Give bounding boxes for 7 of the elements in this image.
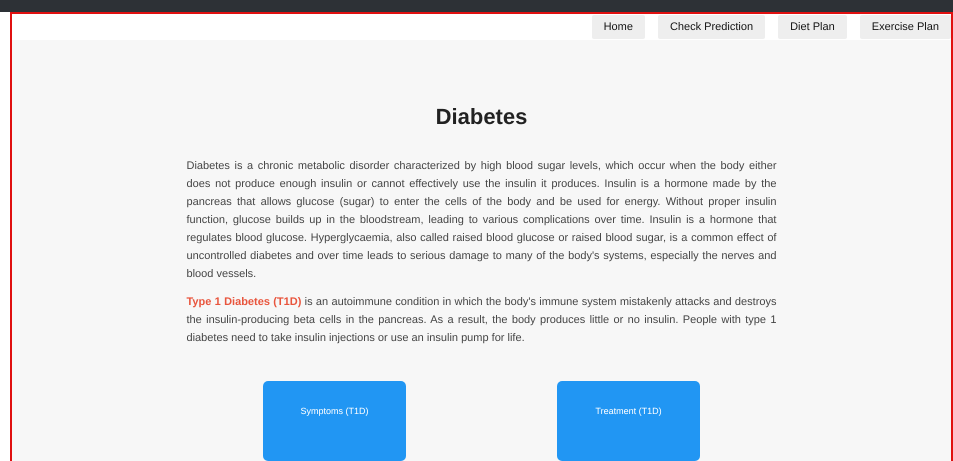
nav-button[interactable]: Exercise Plan <box>860 15 951 39</box>
page-title: Diabetes <box>436 104 528 130</box>
nav-button[interactable]: Home <box>592 15 645 39</box>
paragraph: Diabetes is a chronic metabolic disorder characterized by high blood sugar levels, which occur when the body either does not produce enough insulin or cannot effectively use the insulin it produces. Insulin is a hormone made by the pancreas that allows glucose (sugar) to enter the cells of the body and be used for energy. Without proper insulin function, glucose builds up in the bloodstream, leading to various complications over time. Insulin is a hormone that regulates blood glucose. Hyperglycaemia, also called raised blood glucose or raised blood sugar, is a common effect of uncontrolled diabetes and over time leads to serious damage to many of the body's systems, especially the nerves and blood vessels. <box>186 159 776 282</box>
paragraph: Type 1 Diabetes (T1D) is an autoimmune condition in which the body's immune system mistakenly attacks and destroys the insulin-producing beta cells in the pancreas. As a result, the body produces little or no insulin. People with type 1 diabetes need to take insulin injections or use an insulin pump for life. <box>186 295 776 346</box>
nav-button[interactable]: Check Prediction <box>658 15 766 39</box>
nav-button[interactable]: Diet Plan <box>778 15 847 39</box>
